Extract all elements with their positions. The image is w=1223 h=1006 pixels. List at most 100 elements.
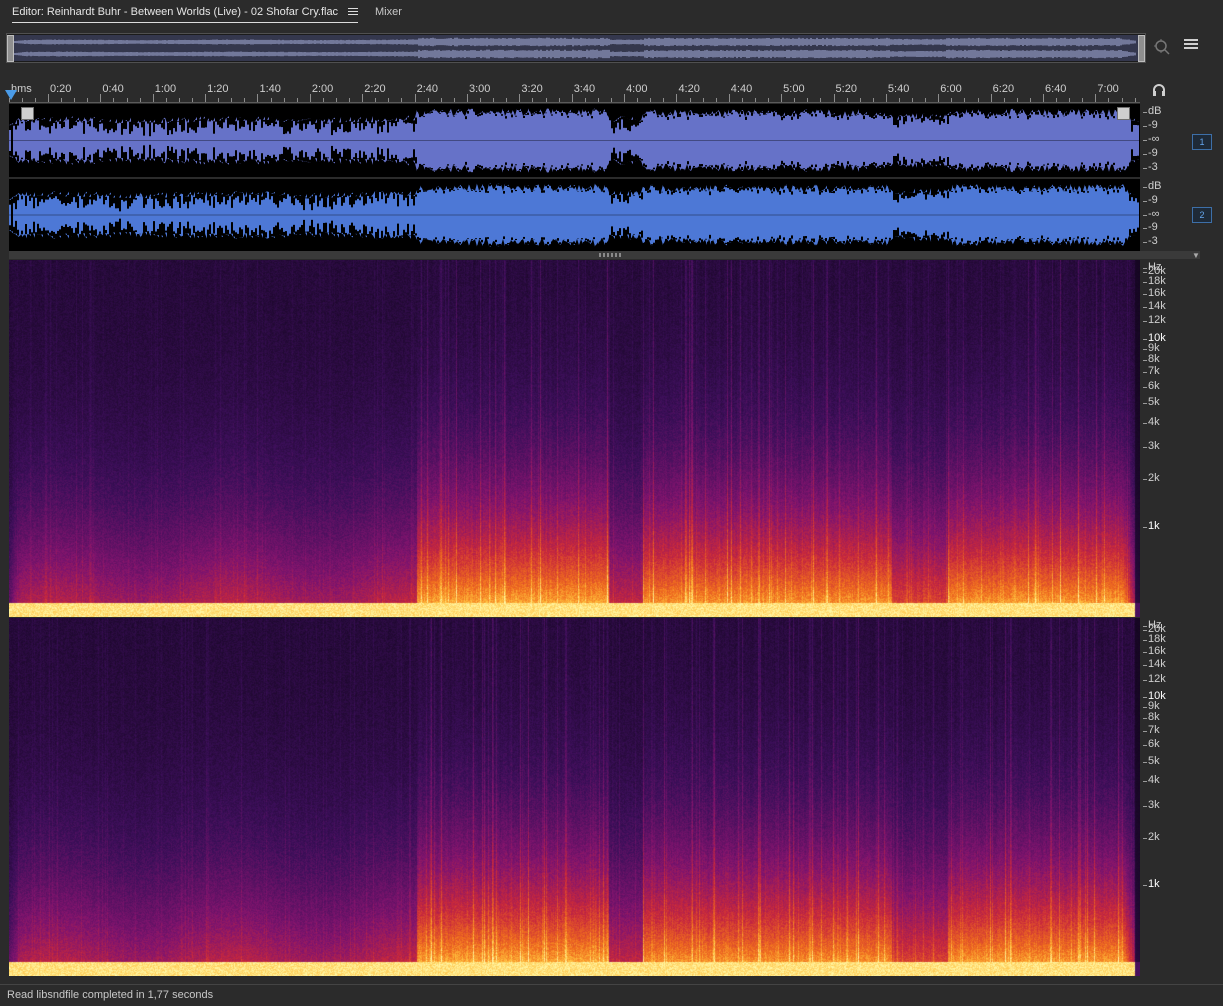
frequency-tick xyxy=(1143,838,1147,839)
scale-tick xyxy=(1143,215,1147,216)
scale-tick xyxy=(1143,228,1147,229)
frequency-label: 3k xyxy=(1148,440,1160,452)
waveform-channel-2[interactable] xyxy=(9,179,1140,251)
ruler-minor-tick xyxy=(441,98,442,102)
ruler-minor-tick xyxy=(271,98,272,102)
frequency-label: 7k xyxy=(1148,724,1160,736)
ruler-minor-tick xyxy=(886,98,887,102)
ruler-minor-tick xyxy=(755,98,756,102)
status-text: Read libsndfile completed in 1,77 second… xyxy=(7,989,213,1001)
ruler-minor-tick xyxy=(179,98,180,102)
ruler-minor-tick xyxy=(519,98,520,102)
frequency-tick xyxy=(1143,731,1147,732)
frequency-tick xyxy=(1143,372,1147,373)
frequency-tick xyxy=(1143,282,1147,283)
scale-label: -3 xyxy=(1148,235,1158,247)
ruler-minor-tick xyxy=(166,98,167,102)
frequency-tick xyxy=(1143,339,1147,340)
ruler-minor-tick xyxy=(637,98,638,102)
ruler-minor-tick xyxy=(781,98,782,102)
frequency-tick xyxy=(1143,718,1147,719)
scale-label: -9 xyxy=(1148,119,1158,131)
waveform-channel-1-plot xyxy=(9,104,1140,177)
time-ruler[interactable]: hms 0:200:401:001:201:402:002:202:403:00… xyxy=(9,80,1140,103)
ruler-minor-tick xyxy=(1135,98,1136,102)
fade-out-handle[interactable] xyxy=(1117,107,1130,120)
tab-mixer[interactable]: Mixer xyxy=(375,4,402,22)
ruler-minor-tick xyxy=(860,98,861,102)
ruler-minor-tick xyxy=(1108,98,1109,102)
spectrogram-channel-2[interactable] xyxy=(9,618,1140,976)
spectrogram-channel-1[interactable] xyxy=(9,260,1140,617)
ruler-minor-tick xyxy=(401,98,402,102)
frequency-tick xyxy=(1143,680,1147,681)
ruler-minor-tick xyxy=(480,98,481,102)
ruler-minor-tick xyxy=(1043,98,1044,102)
ruler-minor-tick xyxy=(820,98,821,102)
ruler-minor-tick xyxy=(127,98,128,102)
ruler-minor-tick xyxy=(61,98,62,102)
tab-editor[interactable]: Editor: Reinhardt Buhr - Between Worlds … xyxy=(12,4,358,23)
frequency-tick xyxy=(1143,268,1147,269)
overview-left-handle[interactable] xyxy=(7,35,14,62)
frequency-label: 6k xyxy=(1148,380,1160,392)
frequency-scale-2: Hz20k18k16k14k12k10k9k8k7k6k5k4k3k2k1k xyxy=(1143,618,1183,976)
ruler-minor-tick xyxy=(375,98,376,102)
ruler-label: 0:20 xyxy=(50,83,71,95)
frequency-tick xyxy=(1143,447,1147,448)
frequency-tick xyxy=(1143,707,1147,708)
ruler-minor-tick xyxy=(951,98,952,102)
ruler-minor-tick xyxy=(676,98,677,102)
frequency-label: 5k xyxy=(1148,755,1160,767)
amplitude-scale-2: dB-9-∞-9-3 xyxy=(1143,179,1183,251)
ruler-label: 4:20 xyxy=(678,83,699,95)
ruler-minor-tick xyxy=(467,98,468,102)
frequency-tick xyxy=(1143,762,1147,763)
ruler-label: 6:00 xyxy=(940,83,961,95)
frequency-tick xyxy=(1143,423,1147,424)
scale-tick xyxy=(1143,187,1147,188)
list-menu-icon[interactable] xyxy=(1182,38,1200,56)
ruler-minor-tick xyxy=(428,98,429,102)
frequency-label: 7k xyxy=(1148,365,1160,377)
frequency-tick xyxy=(1143,697,1147,698)
ruler-label: 0:40 xyxy=(102,83,123,95)
frequency-tick xyxy=(1143,307,1147,308)
channel-1-badge[interactable]: 1 xyxy=(1192,134,1212,150)
ruler-minor-tick xyxy=(506,98,507,102)
panel-splitter[interactable]: ▼ xyxy=(9,251,1200,259)
waveform-channel-1[interactable] xyxy=(9,104,1140,177)
ruler-label: 4:40 xyxy=(731,83,752,95)
ruler-minor-tick xyxy=(297,98,298,102)
ruler-minor-tick xyxy=(729,98,730,102)
scale-label: -9 xyxy=(1148,221,1158,233)
ruler-minor-tick xyxy=(572,98,573,102)
fade-in-handle[interactable] xyxy=(21,107,34,120)
chevron-down-icon[interactable]: ▼ xyxy=(1192,251,1200,260)
headphones-icon[interactable] xyxy=(1150,82,1168,100)
scale-label: -9 xyxy=(1148,194,1158,206)
overview-right-handle[interactable] xyxy=(1138,35,1145,62)
playhead-marker[interactable] xyxy=(5,90,17,100)
channel-2-badge[interactable]: 2 xyxy=(1192,207,1212,223)
ruler-minor-tick xyxy=(834,98,835,102)
ruler-minor-tick xyxy=(454,98,455,102)
ruler-minor-tick xyxy=(1082,98,1083,102)
ruler-minor-tick xyxy=(35,98,36,102)
overview-navigator[interactable] xyxy=(6,33,1146,63)
ruler-minor-tick xyxy=(244,98,245,102)
frequency-label: 12k xyxy=(1148,314,1166,326)
frequency-tick xyxy=(1143,652,1147,653)
ruler-label: 1:00 xyxy=(155,83,176,95)
spectrogram-channel-1-canvas xyxy=(9,260,1140,617)
frequency-label: 8k xyxy=(1148,711,1160,723)
ruler-minor-tick xyxy=(585,98,586,102)
zoom-icon[interactable] xyxy=(1153,38,1171,56)
ruler-label: 1:20 xyxy=(207,83,228,95)
ruler-label: 1:40 xyxy=(259,83,280,95)
ruler-minor-tick xyxy=(794,98,795,102)
ruler-minor-tick xyxy=(1030,98,1031,102)
overview-visible-range[interactable] xyxy=(13,35,1139,61)
hamburger-menu-icon[interactable] xyxy=(348,8,358,16)
splitter-grip[interactable] xyxy=(599,253,623,257)
